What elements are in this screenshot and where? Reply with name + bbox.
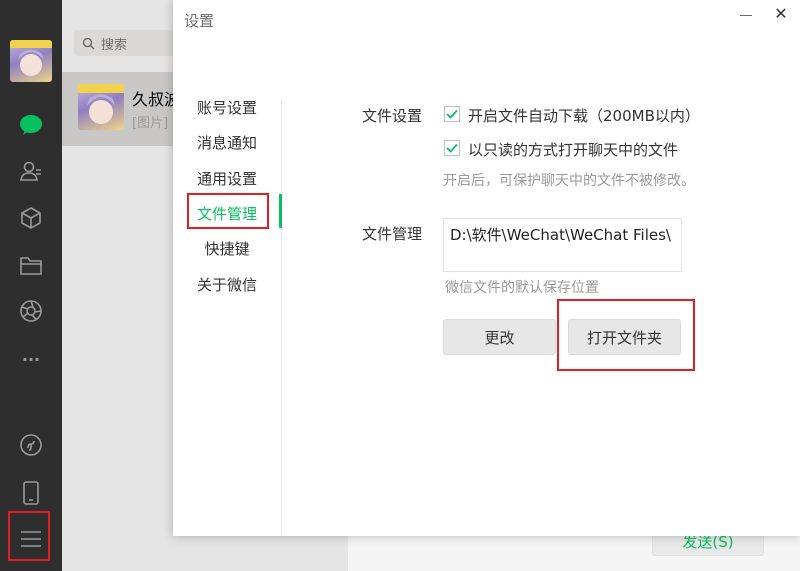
search-placeholder: 搜索	[101, 37, 128, 53]
read-only-checkbox[interactable]	[444, 140, 460, 156]
contacts-icon[interactable]	[16, 156, 46, 186]
menu-highlight-box	[8, 511, 50, 561]
cube-icon[interactable]	[16, 203, 46, 233]
avatar[interactable]	[10, 40, 52, 82]
change-button[interactable]: 更改	[443, 319, 556, 355]
nav-message-notify[interactable]: 消息通知	[173, 132, 281, 153]
moments-icon[interactable]	[16, 296, 46, 326]
auto-download-text: 开启文件自动下载（200MB以内）	[468, 107, 700, 125]
more-icon[interactable]: ···	[16, 344, 46, 374]
nav-about[interactable]: 关于微信	[173, 274, 281, 295]
search-input[interactable]: 搜索	[74, 30, 184, 56]
nav-account-settings[interactable]: 账号设置	[173, 97, 281, 118]
chat-avatar	[78, 84, 124, 130]
check-icon	[446, 109, 458, 119]
file-management-label: 文件管理	[362, 225, 423, 243]
open-folder-highlight-box	[557, 299, 695, 371]
save-path-hint: 微信文件的默认保存位置	[445, 280, 599, 296]
file-settings-hint: 开启后，可保护聊天中的文件不被修改。	[443, 173, 695, 189]
file-settings-label: 文件设置	[362, 107, 423, 125]
nav-highlight-box	[187, 193, 269, 229]
dialog-title: 设置	[184, 12, 215, 30]
chat-preview: [图片]	[132, 116, 169, 131]
phone-icon[interactable]	[16, 478, 46, 508]
search-icon	[82, 37, 95, 50]
save-path-field: D:\软件\WeChat\WeChat Files\	[443, 218, 682, 272]
chat-icon[interactable]	[16, 110, 46, 140]
folder-icon[interactable]	[16, 250, 46, 280]
check-icon	[446, 143, 458, 153]
nav-active-indicator	[279, 194, 282, 228]
read-only-text: 以只读的方式打开聊天中的文件	[468, 141, 679, 159]
minimize-icon[interactable]	[738, 6, 754, 22]
miniprogram-icon[interactable]	[16, 430, 46, 460]
nav-shortcuts[interactable]: 快捷键	[173, 238, 281, 259]
nav-general-settings[interactable]: 通用设置	[173, 168, 281, 189]
nav-divider	[281, 100, 282, 536]
close-icon[interactable]: ✕	[772, 4, 790, 24]
auto-download-checkbox[interactable]	[444, 106, 460, 122]
